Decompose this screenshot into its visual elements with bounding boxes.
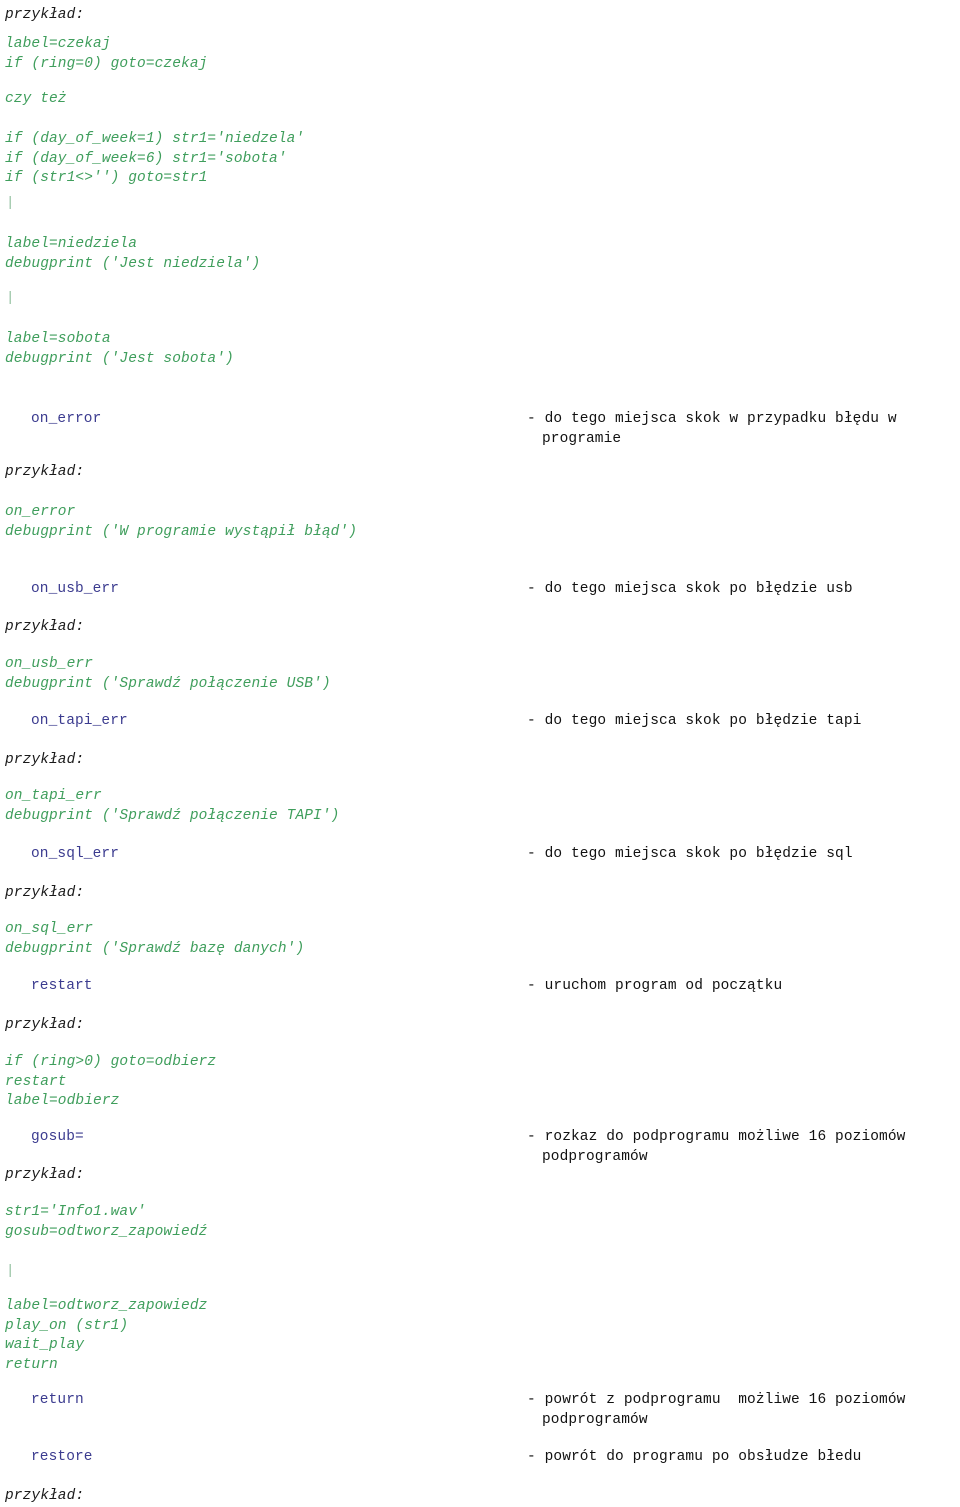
code-sample-czekaj: label=czekaj if (ring=0) goto=czekaj bbox=[5, 36, 208, 72]
code-sample-on-tapi-err: on_tapi_err debugprint ('Sprawdź połącze… bbox=[5, 788, 340, 824]
description-line-2: programie bbox=[542, 430, 622, 447]
example-label: przykład: bbox=[5, 885, 85, 901]
description-line-1: - do tego miejsca skok po błędzie usb bbox=[527, 581, 853, 597]
term-gosub[interactable]: gosub= bbox=[31, 1128, 84, 1148]
description-line-1: - uruchom program od początku bbox=[527, 978, 783, 994]
description-restore: - powrót do programu po obsłudze błedu bbox=[527, 1448, 960, 1468]
description-gosub: - rozkaz do podprogramu możliwe 16 pozio… bbox=[527, 1128, 960, 1167]
description-return: - powrót z podprogramu możliwe 16 poziom… bbox=[527, 1391, 960, 1430]
code-sample-on-sql-err: on_sql_err debugprint ('Sprawdź bazę dan… bbox=[5, 921, 305, 957]
code-sample-gosub-call: str1='Info1.wav' gosub=odtworz_zapowiedź bbox=[5, 1204, 208, 1240]
code-sample-restart: if (ring>0) goto=odbierz restart label=o… bbox=[5, 1054, 217, 1110]
term-on-error[interactable]: on_error bbox=[31, 410, 101, 430]
term-on-sql-err[interactable]: on_sql_err bbox=[31, 845, 119, 865]
description-line-1: - rozkaz do podprogramu możliwe 16 pozio… bbox=[527, 1129, 906, 1145]
term-return[interactable]: return bbox=[31, 1391, 84, 1411]
term-restart[interactable]: restart bbox=[31, 977, 93, 997]
code-sample-niedziela: label=niedziela debugprint ('Jest niedzi… bbox=[5, 236, 261, 272]
code-sample-sobota: label=sobota debugprint ('Jest sobota') bbox=[5, 331, 234, 367]
example-label: przykład: bbox=[5, 752, 85, 768]
example-label: przykład: bbox=[5, 7, 85, 23]
code-sample-gosub-body: label=odtworz_zapowiedz play_on (str1) w… bbox=[5, 1298, 208, 1373]
code-note-czy-tez: czy też bbox=[5, 91, 67, 107]
example-label: przykład: bbox=[5, 1167, 85, 1183]
example-label: przykład: bbox=[5, 619, 85, 635]
description-on-usb-err: - do tego miejsca skok po błędzie usb bbox=[527, 580, 960, 600]
description-line-1: - do tego miejsca skok po błędzie tapi bbox=[527, 713, 862, 729]
description-line-2: podprogramów bbox=[542, 1148, 648, 1165]
separator-pipe-icon: | bbox=[6, 195, 15, 211]
description-on-error: - do tego miejsca skok w przypadku błędu… bbox=[527, 410, 960, 449]
example-label: przykład: bbox=[5, 464, 85, 480]
term-on-usb-err[interactable]: on_usb_err bbox=[31, 580, 119, 600]
description-line-1: - do tego miejsca skok w przypadku błędu… bbox=[527, 411, 897, 427]
term-restore[interactable]: restore bbox=[31, 1448, 93, 1468]
separator-pipe-icon: | bbox=[6, 290, 15, 306]
code-sample-on-usb-err: on_usb_err debugprint ('Sprawdź połączen… bbox=[5, 656, 331, 692]
description-on-tapi-err: - do tego miejsca skok po błędzie tapi bbox=[527, 712, 960, 732]
separator-pipe-icon: | bbox=[6, 1263, 15, 1279]
example-label: przykład: bbox=[5, 1017, 85, 1033]
description-line-1: - powrót z podprogramu możliwe 16 poziom… bbox=[527, 1392, 906, 1408]
description-restart: - uruchom program od początku bbox=[527, 977, 960, 997]
description-line-1: - do tego miejsca skok po błędzie sql bbox=[527, 846, 853, 862]
description-line-2: podprogramów bbox=[542, 1411, 648, 1428]
description-on-sql-err: - do tego miejsca skok po błędzie sql bbox=[527, 845, 960, 865]
code-sample-on-error: on_error debugprint ('W programie wystąp… bbox=[5, 504, 358, 540]
term-on-tapi-err[interactable]: on_tapi_err bbox=[31, 712, 128, 732]
code-sample-day-of-week: if (day_of_week=1) str1='niedzela' if (d… bbox=[5, 131, 305, 187]
description-line-1: - powrót do programu po obsłudze błedu bbox=[527, 1449, 862, 1465]
document-page: przykład: label=czekaj if (ring=0) goto=… bbox=[0, 0, 960, 1507]
example-label: przykład: bbox=[5, 1488, 85, 1504]
